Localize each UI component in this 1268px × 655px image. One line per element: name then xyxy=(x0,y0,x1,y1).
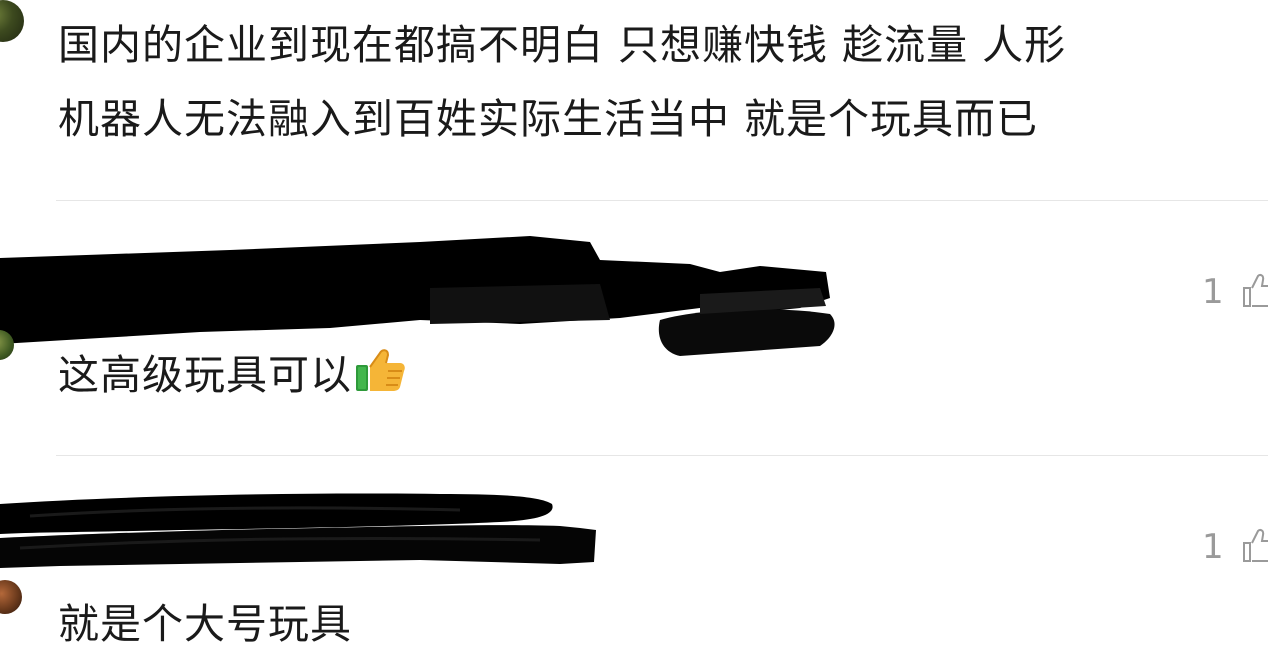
avatar[interactable] xyxy=(0,0,24,42)
thumbs-up-outline-icon[interactable] xyxy=(1242,527,1268,563)
comment-text: 就是个大号玩具 xyxy=(58,600,352,648)
comment-text: 这高级玩具可以 xyxy=(58,343,406,406)
redacted-username xyxy=(0,236,835,356)
like-count: 1 xyxy=(1202,272,1224,312)
comment-text: 机器人无法融入到百姓实际生活当中 就是个玩具而已 xyxy=(58,95,1039,143)
thumbs-up-outline-icon[interactable] xyxy=(1242,272,1268,308)
redacted-username xyxy=(0,493,596,568)
comment-text: 国内的企业到现在都搞不明白 只想赚快钱 趁流量 人形 xyxy=(58,21,1067,69)
divider xyxy=(56,200,1268,201)
like-count: 1 xyxy=(1202,527,1224,567)
divider xyxy=(56,455,1268,456)
avatar[interactable] xyxy=(0,580,22,614)
comment-text-content: 这高级玩具可以 xyxy=(58,351,352,399)
thumbs-up-emoji xyxy=(356,349,405,391)
